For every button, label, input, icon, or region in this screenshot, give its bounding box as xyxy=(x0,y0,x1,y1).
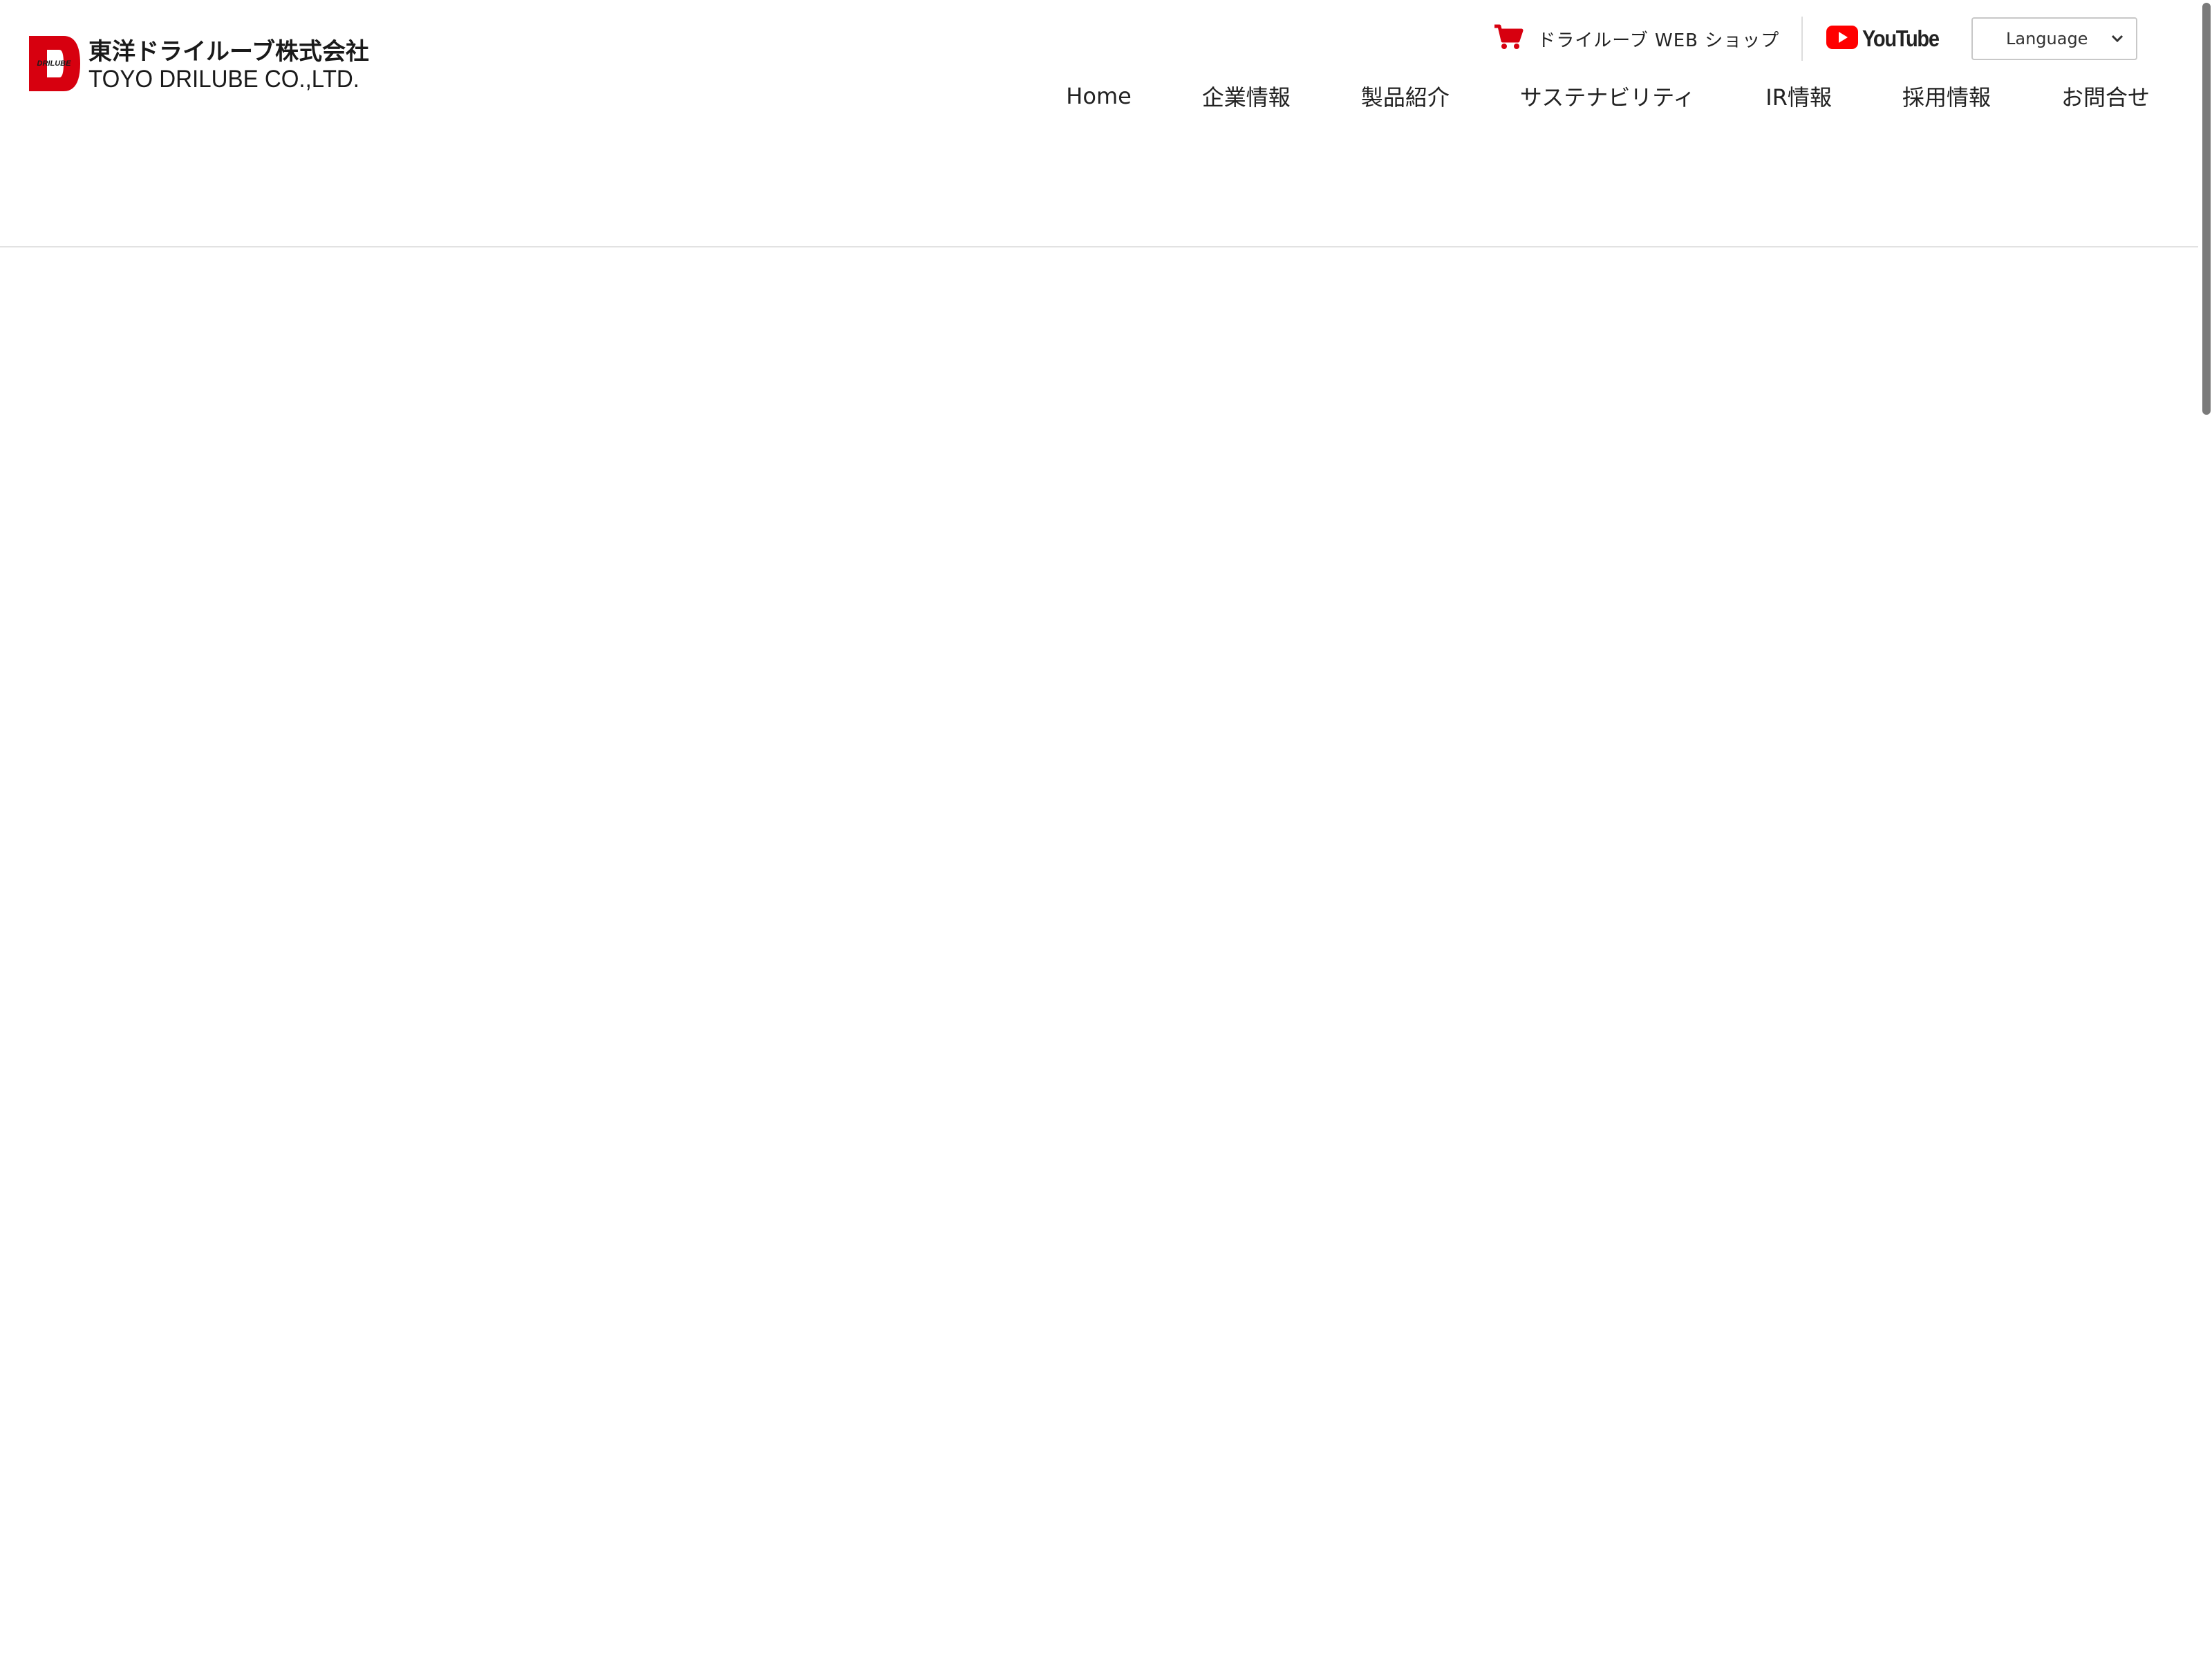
nav-products[interactable]: 製品紹介 xyxy=(1361,80,1450,112)
scrollbar-thumb[interactable] xyxy=(2202,3,2211,415)
header-topbar: ドライルーブ WEB ショップ YouTube Language xyxy=(1493,17,2137,61)
site-header: DRILUBE 東洋ドライルーブ株式会社 TOYO DRILUBE CO.,LT… xyxy=(0,0,2212,130)
nav-sustainability[interactable]: サステナビリティ xyxy=(1520,80,1695,112)
youtube-wordmark: YouTube xyxy=(1862,26,1940,51)
main-nav: Home 企業情報 製品紹介 サステナビリティ IR情報 採用情報 お問合せ xyxy=(1066,80,2150,112)
nav-ir-info[interactable]: IR情報 xyxy=(1765,80,1832,112)
web-shop-label: ドライルーブ WEB ショップ xyxy=(1537,30,1780,51)
nav-recruitment[interactable]: 採用情報 xyxy=(1902,80,1991,112)
topbar-divider xyxy=(1801,17,1803,61)
nav-contact[interactable]: お問合せ xyxy=(2061,80,2150,112)
company-logo[interactable]: DRILUBE 東洋ドライルーブ株式会社 TOYO DRILUBE CO.,LT… xyxy=(28,33,373,94)
sub-header-area xyxy=(0,130,2212,246)
content-divider xyxy=(0,246,2212,247)
logo-mark-small-text: DRILUBE xyxy=(37,59,72,68)
language-select-label: Language xyxy=(2006,29,2088,48)
youtube-link[interactable]: YouTube xyxy=(1826,26,1949,52)
logo-jp-name: 東洋ドライルーブ株式会社 xyxy=(88,38,369,66)
language-select[interactable]: Language xyxy=(1971,17,2137,60)
company-logo-image: DRILUBE 東洋ドライルーブ株式会社 TOYO DRILUBE CO.,LT… xyxy=(29,36,369,93)
page-scrollbar[interactable] xyxy=(2198,0,2212,1659)
youtube-play-icon xyxy=(1826,26,1859,52)
chevron-down-icon xyxy=(2111,32,2124,46)
nav-company-info[interactable]: 企業情報 xyxy=(1202,80,1291,112)
logo-en-name: TOYO DRILUBE CO.,LTD. xyxy=(88,66,359,93)
web-shop-link[interactable]: ドライルーブ WEB ショップ xyxy=(1493,24,1779,53)
nav-home[interactable]: Home xyxy=(1066,83,1132,109)
cart-icon xyxy=(1493,24,1524,53)
